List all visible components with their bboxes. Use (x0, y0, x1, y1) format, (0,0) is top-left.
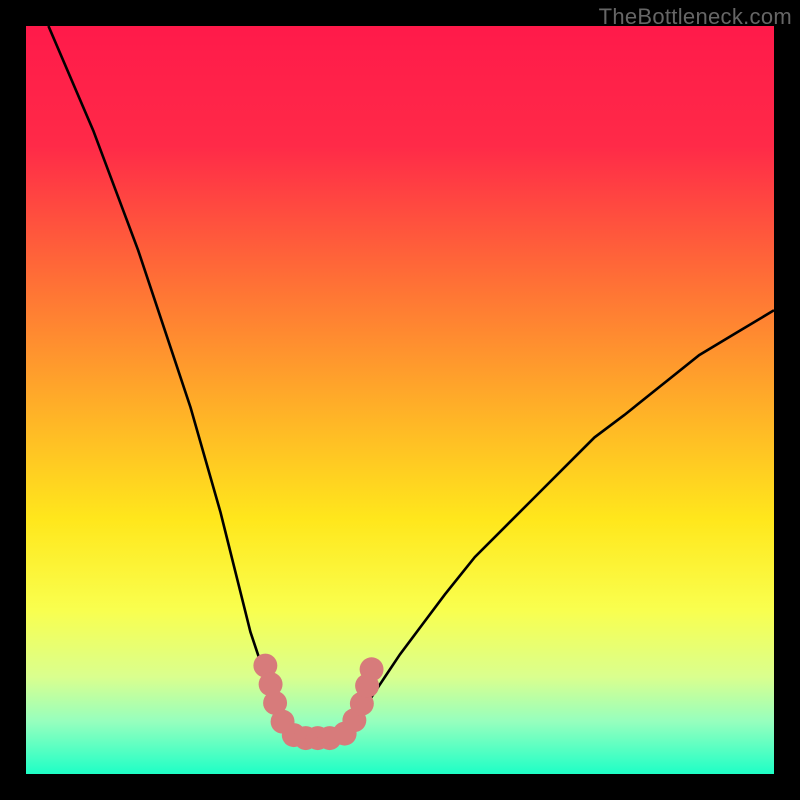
marker-point (360, 657, 384, 681)
chart-container (26, 26, 774, 774)
marker-group (253, 654, 383, 750)
chart-markers (26, 26, 774, 774)
